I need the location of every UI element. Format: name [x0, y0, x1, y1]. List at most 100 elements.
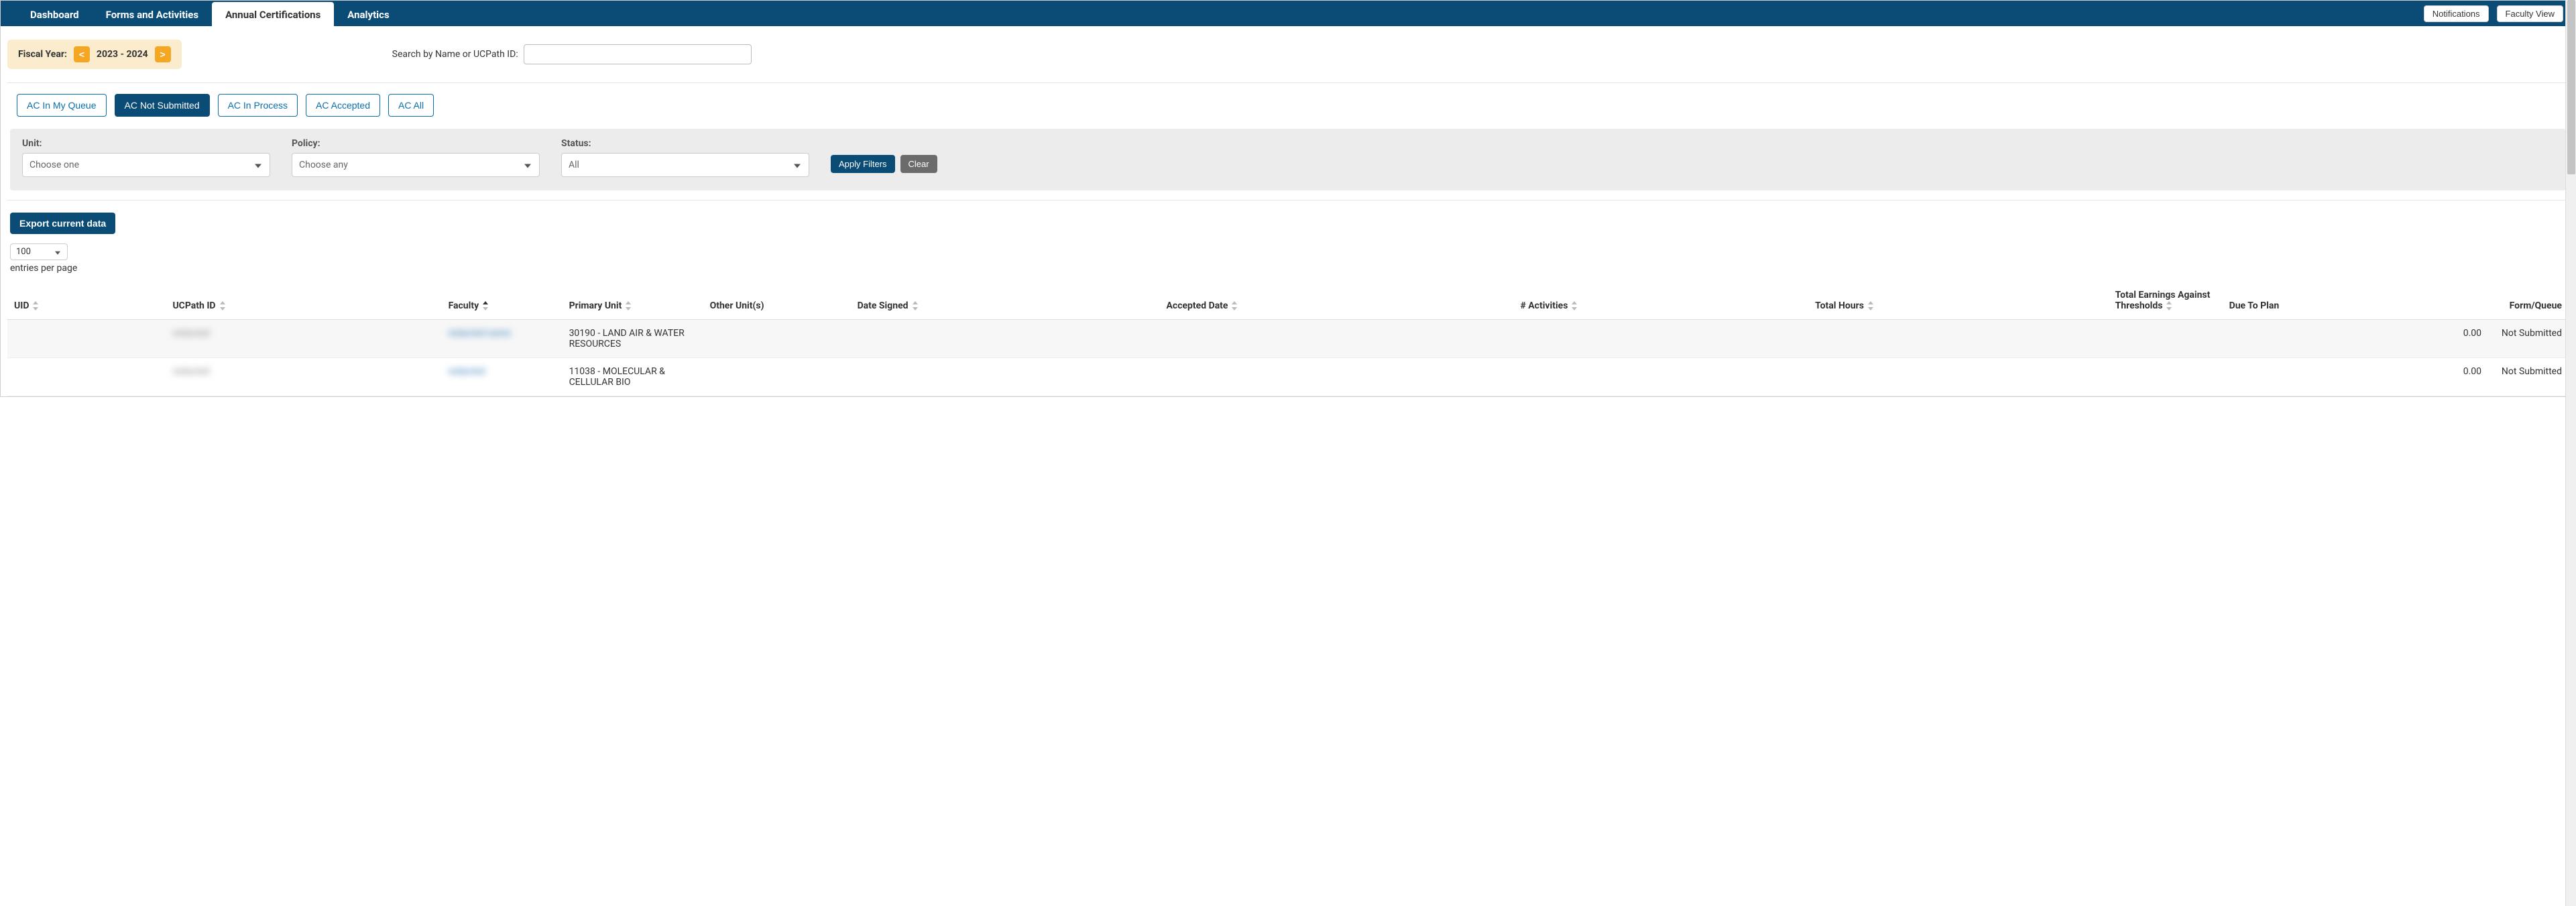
page-size-label: entries per page [10, 263, 2566, 274]
col-activities[interactable]: # Activities [1514, 282, 1809, 320]
fiscal-year-prev-button[interactable]: < [74, 46, 90, 62]
sort-icon [913, 301, 918, 310]
sort-icon [220, 301, 225, 310]
col-uid-label: UID [14, 300, 29, 311]
fiscal-year-next-button[interactable]: > [155, 46, 171, 62]
col-other-units[interactable]: Other Unit(s) [703, 282, 851, 320]
cell-date-signed [851, 358, 1160, 396]
col-activities-label: # Activities [1521, 300, 1568, 311]
unit-select-value: Choose one [30, 160, 79, 170]
ac-not-submitted-button[interactable]: AC Not Submitted [115, 94, 210, 117]
tab-analytics[interactable]: Analytics [334, 2, 402, 26]
cell-faculty[interactable]: redacted [442, 358, 563, 396]
faculty-view-button[interactable]: Faculty View [2497, 5, 2563, 22]
ac-in-process-button[interactable]: AC In Process [218, 94, 298, 117]
col-earnings[interactable]: Total Earnings Against Thresholds [2109, 282, 2223, 320]
cell-due-to-plan: 0.00 [2223, 358, 2488, 396]
table-row: redacted redacted 11038 - MOLECULAR & CE… [7, 358, 2569, 396]
cell-earnings [2109, 358, 2223, 396]
cell-faculty[interactable]: redacted name [442, 320, 563, 358]
sort-icon [626, 301, 631, 310]
page-size-select[interactable]: 100 [10, 243, 68, 260]
cell-form-queue: Not Submitted [2488, 358, 2569, 396]
top-nav: Dashboard Forms and Activities Annual Ce… [1, 1, 2575, 26]
col-form-queue-label: Form/Queue [2510, 300, 2562, 311]
sort-icon [1572, 301, 1577, 310]
col-earnings-label: Total Earnings Against Thresholds [2115, 290, 2211, 311]
status-filter: Status: All [561, 138, 809, 177]
col-total-hours[interactable]: Total Hours [1808, 282, 2108, 320]
tab-forms-activities[interactable]: Forms and Activities [93, 2, 212, 26]
col-form-queue[interactable]: Form/Queue [2488, 282, 2569, 320]
export-button[interactable]: Export current data [10, 213, 115, 234]
faculty-link[interactable]: redacted name [449, 328, 511, 339]
col-date-signed-label: Date Signed [858, 300, 909, 311]
scrollbar-thumb[interactable] [2567, 0, 2575, 174]
fiscal-year-selector: Fiscal Year: < 2023 - 2024 > [7, 40, 182, 69]
filter-actions: Apply Filters Clear [831, 155, 937, 177]
policy-select-value: Choose any [299, 160, 348, 170]
col-primary-unit[interactable]: Primary Unit [563, 282, 703, 320]
redacted-text: redacted [172, 366, 209, 377]
search-group: Search by Name or UCPath ID: [392, 44, 752, 64]
col-accepted-date-label: Accepted Date [1167, 300, 1228, 311]
cell-primary-unit: 30190 - LAND AIR & WATER RESOURCES [563, 320, 703, 358]
cell-primary-unit: 11038 - MOLECULAR & CELLULAR BIO [563, 358, 703, 396]
cell-ucpath-id: redacted [166, 320, 441, 358]
col-ucpath-id[interactable]: UCPath ID [166, 282, 441, 320]
cell-activities [1514, 358, 1809, 396]
filter-panel: Unit: Choose one Policy: Choose any Stat… [10, 129, 2566, 190]
cell-total-hours [1808, 320, 2108, 358]
ac-accepted-button[interactable]: AC Accepted [306, 94, 380, 117]
nav-right: Notifications Faculty View [2420, 1, 2567, 26]
cell-accepted-date [1160, 358, 1514, 396]
col-total-hours-label: Total Hours [1815, 300, 1864, 311]
col-primary-unit-label: Primary Unit [569, 300, 622, 311]
cell-form-queue: Not Submitted [2488, 320, 2569, 358]
cell-activities [1514, 320, 1809, 358]
fiscal-year-row: Fiscal Year: < 2023 - 2024 > Search by N… [7, 26, 2569, 82]
cell-other-units [703, 358, 851, 396]
col-other-units-label: Other Unit(s) [710, 300, 764, 311]
search-label: Search by Name or UCPath ID: [392, 49, 518, 60]
unit-select[interactable]: Choose one [22, 153, 270, 177]
cell-accepted-date [1160, 320, 1514, 358]
cell-uid [7, 358, 166, 396]
clear-filters-button[interactable]: Clear [900, 155, 937, 173]
unit-filter-label: Unit: [22, 138, 270, 149]
cell-uid [7, 320, 166, 358]
sort-icon [1232, 301, 1237, 310]
col-due-to-plan[interactable]: Due To Plan [2223, 282, 2488, 320]
status-select-value: All [569, 160, 579, 170]
tab-annual-certifications[interactable]: Annual Certifications [212, 2, 334, 26]
policy-filter-label: Policy: [292, 138, 540, 149]
apply-filters-button[interactable]: Apply Filters [831, 155, 895, 173]
fiscal-year-label: Fiscal Year: [18, 49, 67, 60]
scrollbar[interactable] [2565, 0, 2576, 906]
policy-filter: Policy: Choose any [292, 138, 540, 177]
faculty-link[interactable]: redacted [449, 366, 485, 377]
search-input[interactable] [524, 44, 752, 64]
sort-icon [2166, 301, 2172, 310]
cell-due-to-plan: 0.00 [2223, 320, 2488, 358]
notifications-button[interactable]: Notifications [2424, 5, 2489, 22]
col-due-to-plan-label: Due To Plan [2229, 300, 2280, 311]
sort-icon [483, 301, 488, 310]
col-date-signed[interactable]: Date Signed [851, 282, 1160, 320]
cell-earnings [2109, 320, 2223, 358]
ac-filter-row: AC In My Queue AC Not Submitted AC In Pr… [7, 83, 2569, 129]
col-faculty[interactable]: Faculty [442, 282, 563, 320]
col-accepted-date[interactable]: Accepted Date [1160, 282, 1514, 320]
col-faculty-label: Faculty [449, 300, 479, 311]
col-uid[interactable]: UID [7, 282, 166, 320]
sort-icon [1868, 301, 1873, 310]
page-size-value: 100 [16, 247, 31, 257]
table-row: redacted redacted name 30190 - LAND AIR … [7, 320, 2569, 358]
tab-dashboard[interactable]: Dashboard [17, 2, 93, 26]
policy-select[interactable]: Choose any [292, 153, 540, 177]
ac-all-button[interactable]: AC All [388, 94, 434, 117]
certifications-table: UID UCPath ID Faculty Primary Unit Other… [7, 282, 2569, 396]
ac-in-my-queue-button[interactable]: AC In My Queue [17, 94, 107, 117]
status-select[interactable]: All [561, 153, 809, 177]
sort-icon [33, 301, 38, 310]
